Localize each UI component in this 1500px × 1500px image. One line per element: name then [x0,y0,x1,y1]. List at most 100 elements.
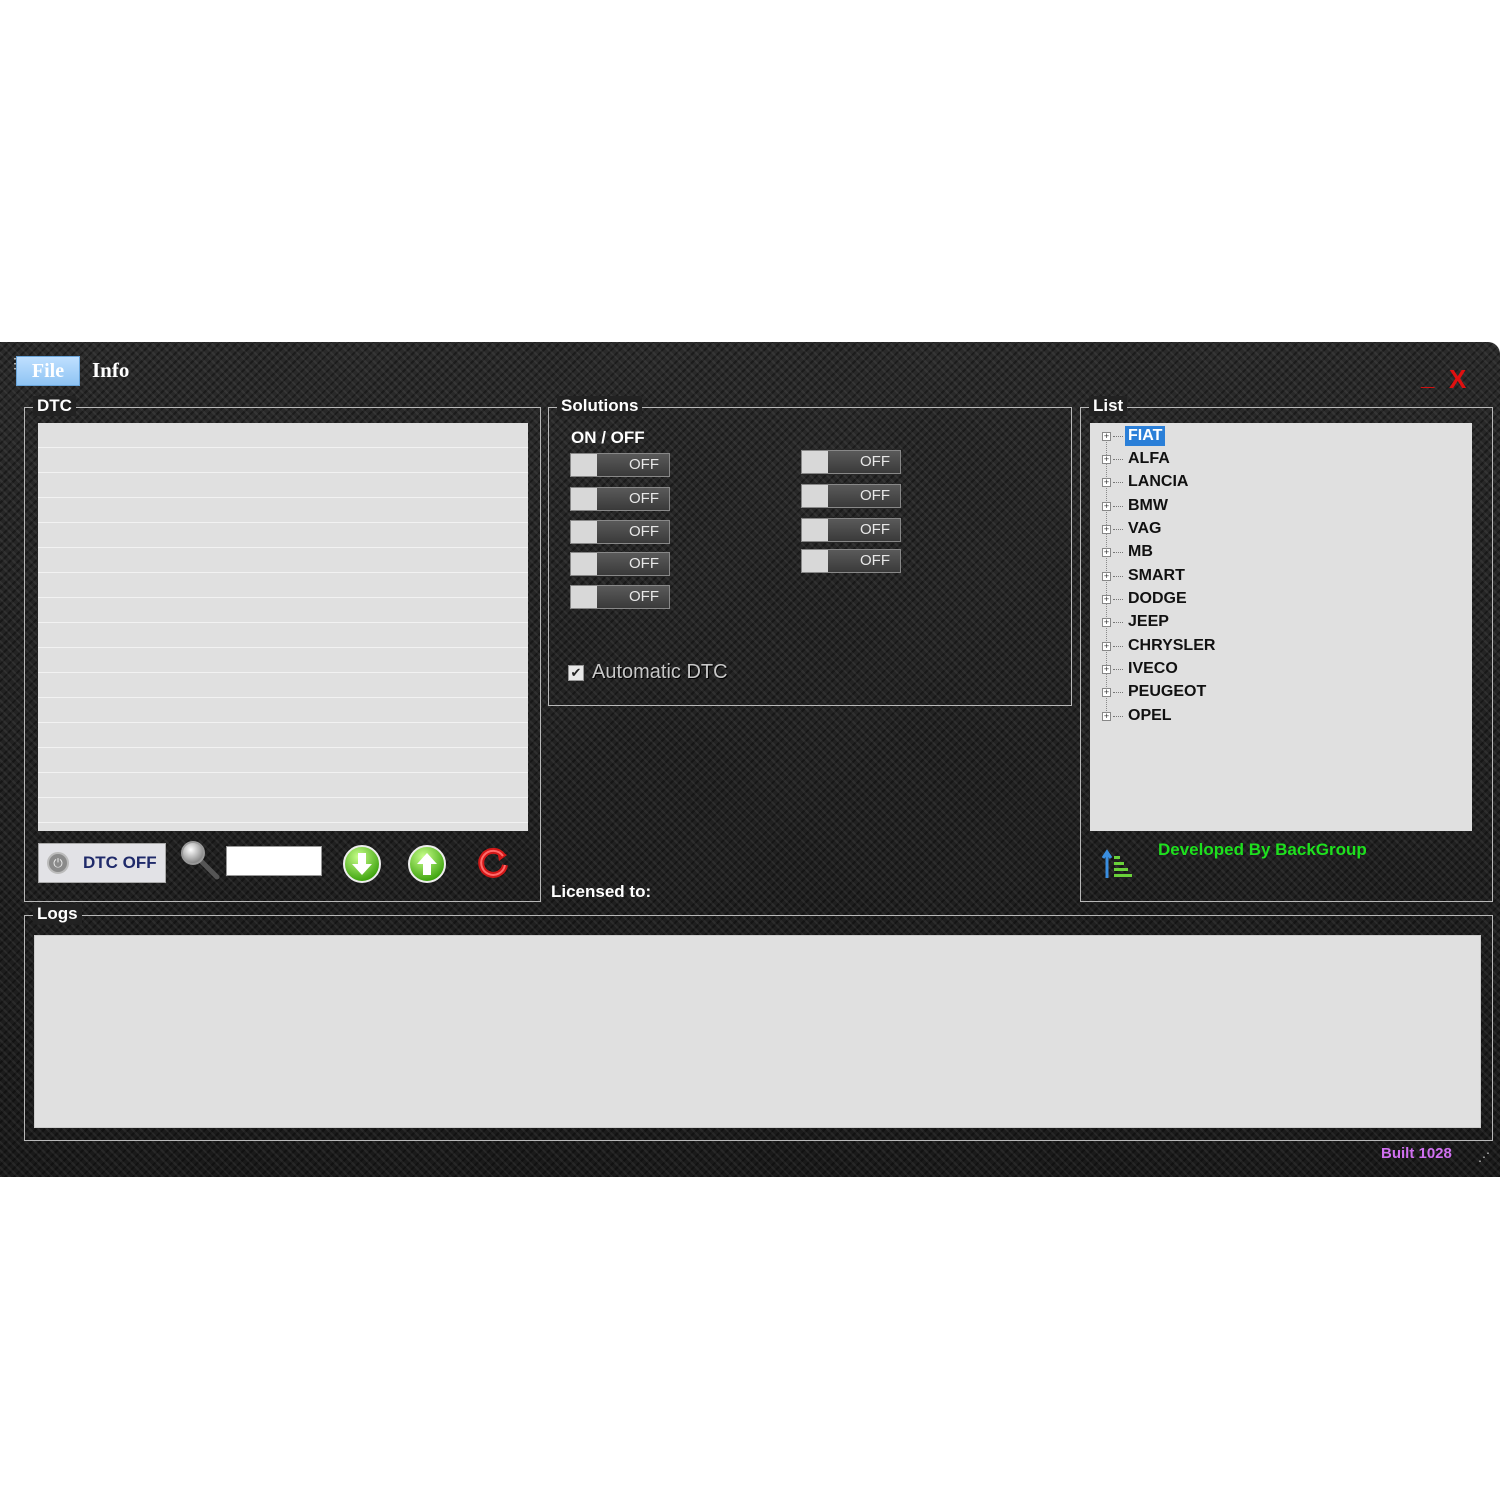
dtc-row[interactable] [38,798,528,823]
dtc-row[interactable] [38,648,528,673]
dtc-list[interactable] [38,423,528,831]
search-icon[interactable] [180,840,220,880]
toggle-state: OFF [860,487,890,504]
tree-item-label: IVECO [1128,660,1178,677]
refresh-icon [478,847,508,878]
solution-toggle[interactable]: OFF [570,487,670,511]
tree-item-iveco[interactable]: + IVECO [1102,658,1181,680]
download-button[interactable] [342,844,382,884]
logs-textarea[interactable] [34,935,1481,1128]
automatic-dtc-checkbox[interactable]: ✔ Automatic DTC [568,661,728,684]
expand-icon[interactable]: + [1102,617,1111,627]
tree-item-peugeot[interactable]: + PEUGEOT [1102,681,1209,703]
dtc-row[interactable] [38,548,528,573]
expand-icon[interactable]: + [1102,524,1111,534]
dtc-row[interactable] [38,448,528,473]
dtc-row[interactable] [38,723,528,748]
dtc-row[interactable] [38,773,528,798]
build-label: Built 1028 [1381,1145,1452,1162]
list-group-title: List [1089,396,1128,416]
dtc-row[interactable] [38,748,528,773]
refresh-button[interactable] [473,843,513,883]
tree-item-smart[interactable]: + SMART [1102,565,1188,587]
solution-toggle[interactable]: OFF [801,549,901,573]
toggle-state: OFF [860,521,890,538]
tree-item-vag[interactable]: + VAG [1102,518,1164,540]
dtc-row[interactable] [38,498,528,523]
tree-item-bmw[interactable]: + BMW [1102,495,1171,517]
expand-icon[interactable]: + [1102,711,1111,721]
tree-item-opel[interactable]: + OPEL [1102,705,1175,727]
expand-icon[interactable]: + [1102,594,1111,604]
dtc-off-label: DTC OFF [83,853,157,872]
solution-toggle[interactable]: OFF [801,518,901,542]
vehicle-tree[interactable]: + FIAT + ALFA + LANCIA + BMW + VAG + MB + SMART… [1090,423,1472,831]
solution-toggle[interactable]: OFF [570,585,670,609]
minimize-button[interactable]: _ [1421,364,1434,392]
toggle-knob [571,586,597,608]
expand-icon[interactable]: + [1102,641,1111,651]
solution-toggle[interactable]: OFF [570,520,670,544]
close-button[interactable]: X [1449,364,1466,395]
power-icon: ⏻ [47,852,69,874]
solution-toggle[interactable]: OFF [801,484,901,508]
tree-item-chrysler[interactable]: + CHRYSLER [1102,635,1218,657]
upload-button[interactable] [407,844,447,884]
tree-item-lancia[interactable]: + LANCIA [1102,471,1191,493]
tree-item-label: SMART [1128,567,1185,584]
toggle-knob [802,519,828,541]
dtc-search-input[interactable] [226,846,322,876]
solution-toggle[interactable]: OFF [570,552,670,576]
menu-file[interactable]: File [16,356,80,386]
developed-by-label: Developed By BackGroup [1158,840,1367,859]
resize-grip-icon[interactable]: ⋰ [1478,1150,1490,1164]
tree-item-label: LANCIA [1128,473,1189,490]
dtc-row[interactable] [38,573,528,598]
logs-group-title: Logs [33,904,82,924]
toggle-state: OFF [629,588,659,605]
automatic-dtc-label: Automatic DTC [592,661,728,683]
tree-item-jeep[interactable]: + JEEP [1102,611,1172,633]
arrow-up-icon [408,845,446,883]
dtc-row[interactable] [38,423,528,448]
expand-icon[interactable]: + [1102,547,1111,557]
expand-icon[interactable]: + [1102,477,1111,487]
tree-item-dodge[interactable]: + DODGE [1102,588,1190,610]
expand-icon[interactable]: + [1102,571,1111,581]
solutions-group-title: Solutions [557,396,643,416]
dtc-row[interactable] [38,523,528,548]
toggle-knob [571,521,597,543]
sort-icon[interactable] [1100,848,1134,882]
toggle-state: OFF [629,456,659,473]
tree-item-label: FIAT [1125,426,1166,446]
expand-icon[interactable]: + [1102,664,1111,674]
dtc-row[interactable] [38,673,528,698]
expand-icon[interactable]: + [1102,687,1111,697]
dtc-row[interactable] [38,473,528,498]
expand-icon[interactable]: + [1102,454,1111,464]
solution-toggle[interactable]: OFF [570,453,670,477]
tree-item-label: PEUGEOT [1128,683,1207,700]
arrow-down-icon [343,845,381,883]
dtc-row[interactable] [38,598,528,623]
expand-icon[interactable]: + [1102,501,1111,511]
dtc-row[interactable] [38,623,528,648]
dtc-group-title: DTC [33,396,76,416]
dtc-off-button[interactable]: ⏻ DTC OFF [38,843,166,883]
menu-info[interactable]: Info [92,356,129,384]
toggle-knob [571,454,597,476]
tree-item-label: JEEP [1128,613,1169,630]
toggle-knob [802,451,828,473]
on-off-header: ON / OFF [571,428,645,447]
tree-item-mb[interactable]: + MB [1102,541,1156,563]
licensed-to-label: Licensed to: [551,882,652,901]
tree-item-alfa[interactable]: + ALFA [1102,448,1173,470]
solution-toggle[interactable]: OFF [801,450,901,474]
tree-item-label: ALFA [1128,450,1170,467]
expand-icon[interactable]: + [1102,431,1111,441]
tree-item-label: OPEL [1128,707,1172,724]
tree-item-fiat[interactable]: + FIAT [1102,425,1166,447]
toggle-knob [571,488,597,510]
toggle-state: OFF [629,523,659,540]
dtc-row[interactable] [38,698,528,723]
